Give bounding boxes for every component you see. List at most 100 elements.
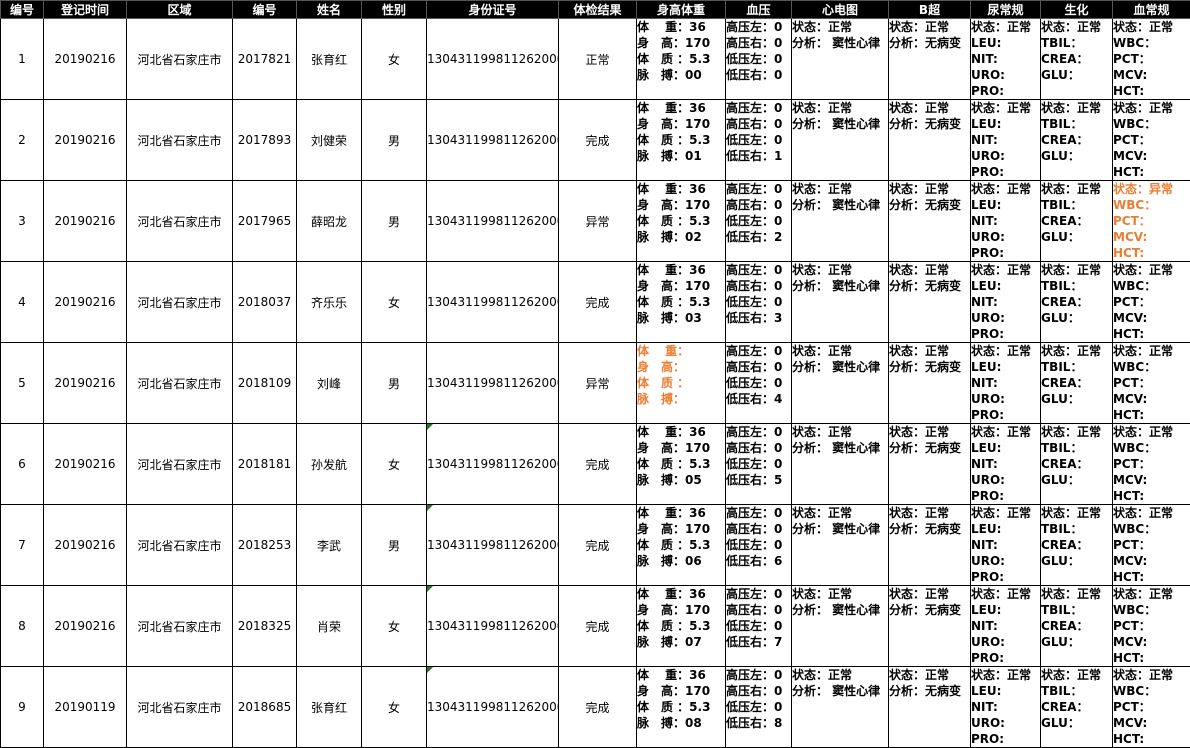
blood-pressure-cell[interactable]: 高压左：0高压右：0低压左：0低压右：4 [726,343,792,424]
ecg-cell[interactable]: 状态：正常分析： 窦性心律 [792,667,889,748]
biochem-cell[interactable]: 状态：正常TBIL：CREA：GLU： [1041,505,1113,586]
code-cell[interactable]: 2018325 [233,586,297,667]
register-date-cell[interactable]: 20190119 [44,667,127,748]
name-cell[interactable]: 李武 [297,505,362,586]
header-cell[interactable]: 生化 [1041,1,1113,19]
b-ultrasound-cell[interactable]: 状态：正常分析：无病变 [889,19,971,100]
b-ultrasound-cell[interactable]: 状态：正常分析：无病变 [889,262,971,343]
result-cell[interactable]: 正常 [559,19,637,100]
name-cell[interactable]: 张育红 [297,667,362,748]
code-cell[interactable]: 2018253 [233,505,297,586]
name-cell[interactable]: 张育红 [297,19,362,100]
blood-pressure-cell[interactable]: 高压左：0高压右：0低压左：0低压右：7 [726,586,792,667]
register-date-cell[interactable]: 20190216 [44,343,127,424]
ecg-cell[interactable]: 状态：正常分析： 窦性心律 [792,19,889,100]
header-cell[interactable]: 血常规 [1113,1,1190,19]
blood-pressure-cell[interactable]: 高压左：0高压右：0低压左：0低压右：2 [726,181,792,262]
biochem-cell[interactable]: 状态：正常TBIL：CREA：GLU： [1041,19,1113,100]
b-ultrasound-cell[interactable]: 状态：正常分析：无病变 [889,586,971,667]
blood-pressure-cell[interactable]: 高压左：0高压右：0低压左：0低压右：0 [726,19,792,100]
urine-routine-cell[interactable]: 状态：正常LEU:NIT:URO:PRO: [971,100,1041,181]
b-ultrasound-cell[interactable]: 状态：正常分析：无病变 [889,100,971,181]
header-cell[interactable]: B超 [889,1,971,19]
b-ultrasound-cell[interactable]: 状态：正常分析：无病变 [889,181,971,262]
name-cell[interactable]: 薛昭龙 [297,181,362,262]
biochem-cell[interactable]: 状态：正常TBIL：CREA：GLU： [1041,181,1113,262]
b-ultrasound-cell[interactable]: 状态：正常分析：无病变 [889,343,971,424]
gender-cell[interactable]: 女 [362,586,427,667]
row-number-cell[interactable]: 4 [1,262,44,343]
ecg-cell[interactable]: 状态：正常分析： 窦性心律 [792,100,889,181]
row-number-cell[interactable]: 2 [1,100,44,181]
urine-routine-cell[interactable]: 状态：正常LEU:NIT:URO:PRO: [971,181,1041,262]
id-number-cell[interactable]: 130431199811262000 [427,100,559,181]
register-date-cell[interactable]: 20190216 [44,19,127,100]
gender-cell[interactable]: 女 [362,667,427,748]
id-number-cell[interactable]: 130431199811262000 [427,586,559,667]
height-weight-cell[interactable]: 体 重：36身 高：170体 质 ：5.3脉 搏：00 [637,19,726,100]
row-number-cell[interactable]: 6 [1,424,44,505]
b-ultrasound-cell[interactable]: 状态：正常分析：无病变 [889,667,971,748]
biochem-cell[interactable]: 状态：正常TBIL：CREA：GLU： [1041,100,1113,181]
urine-routine-cell[interactable]: 状态：正常LEU:NIT:URO:PRO: [971,262,1041,343]
header-cell[interactable]: 体检结果 [559,1,637,19]
register-date-cell[interactable]: 20190216 [44,586,127,667]
id-number-cell[interactable]: 130431199811262000 [427,424,559,505]
result-cell[interactable]: 异常 [559,343,637,424]
height-weight-cell[interactable]: 体 重：36身 高：170体 质 ：5.3脉 搏：01 [637,100,726,181]
name-cell[interactable]: 刘峰 [297,343,362,424]
urine-routine-cell[interactable]: 状态：正常LEU:NIT:URO:PRO: [971,505,1041,586]
code-cell[interactable]: 2018109 [233,343,297,424]
header-cell[interactable]: 身份证号 [427,1,559,19]
header-cell[interactable]: 姓名 [297,1,362,19]
biochem-cell[interactable]: 状态：正常TBIL：CREA：GLU： [1041,262,1113,343]
result-cell[interactable]: 完成 [559,586,637,667]
result-cell[interactable]: 异常 [559,181,637,262]
blood-routine-cell[interactable]: 状态：正常WBC：PCT：MCV:HCT: [1113,586,1190,667]
region-cell[interactable]: 河北省石家庄市 [127,19,233,100]
urine-routine-cell[interactable]: 状态：正常LEU:NIT:URO:PRO: [971,586,1041,667]
id-number-cell[interactable]: 130431199811262000 [427,181,559,262]
height-weight-cell[interactable]: 体 重：36身 高：170体 质 ：5.3脉 搏：06 [637,505,726,586]
region-cell[interactable]: 河北省石家庄市 [127,424,233,505]
ecg-cell[interactable]: 状态：正常分析： 窦性心律 [792,586,889,667]
register-date-cell[interactable]: 20190216 [44,181,127,262]
ecg-cell[interactable]: 状态：正常分析： 窦性心律 [792,343,889,424]
blood-routine-cell[interactable]: 状态：正常WBC：PCT：MCV:HCT: [1113,343,1190,424]
region-cell[interactable]: 河北省石家庄市 [127,505,233,586]
b-ultrasound-cell[interactable]: 状态：正常分析：无病变 [889,424,971,505]
result-cell[interactable]: 完成 [559,262,637,343]
result-cell[interactable]: 完成 [559,424,637,505]
blood-pressure-cell[interactable]: 高压左：0高压右：0低压左：0低压右：3 [726,262,792,343]
header-cell[interactable]: 心电图 [792,1,889,19]
biochem-cell[interactable]: 状态：正常TBIL：CREA：GLU： [1041,343,1113,424]
register-date-cell[interactable]: 20190216 [44,424,127,505]
blood-routine-cell[interactable]: 状态：正常WBC：PCT：MCV:HCT: [1113,667,1190,748]
row-number-cell[interactable]: 8 [1,586,44,667]
ecg-cell[interactable]: 状态：正常分析： 窦性心律 [792,181,889,262]
height-weight-cell[interactable]: 体 重：36身 高：170体 质 ：5.3脉 搏：03 [637,262,726,343]
header-cell[interactable]: 区域 [127,1,233,19]
header-cell[interactable]: 性别 [362,1,427,19]
ecg-cell[interactable]: 状态：正常分析： 窦性心律 [792,262,889,343]
code-cell[interactable]: 2017821 [233,19,297,100]
blood-routine-cell[interactable]: 状态：异常WBC：PCT：MCV:HCT: [1113,181,1190,262]
biochem-cell[interactable]: 状态：正常TBIL：CREA：GLU： [1041,667,1113,748]
code-cell[interactable]: 2018037 [233,262,297,343]
blood-pressure-cell[interactable]: 高压左：0高压右：0低压左：0低压右：6 [726,505,792,586]
region-cell[interactable]: 河北省石家庄市 [127,100,233,181]
region-cell[interactable]: 河北省石家庄市 [127,586,233,667]
ecg-cell[interactable]: 状态：正常分析： 窦性心律 [792,505,889,586]
biochem-cell[interactable]: 状态：正常TBIL：CREA：GLU： [1041,424,1113,505]
header-cell[interactable]: 编号 [233,1,297,19]
result-cell[interactable]: 完成 [559,100,637,181]
ecg-cell[interactable]: 状态：正常分析： 窦性心律 [792,424,889,505]
row-number-cell[interactable]: 5 [1,343,44,424]
blood-routine-cell[interactable]: 状态：正常WBC：PCT：MCV:HCT: [1113,100,1190,181]
header-cell[interactable]: 血压 [726,1,792,19]
register-date-cell[interactable]: 20190216 [44,505,127,586]
blood-pressure-cell[interactable]: 高压左：0高压右：0低压左：0低压右：5 [726,424,792,505]
urine-routine-cell[interactable]: 状态：正常LEU:NIT:URO:PRO: [971,424,1041,505]
name-cell[interactable]: 齐乐乐 [297,262,362,343]
row-number-cell[interactable]: 7 [1,505,44,586]
